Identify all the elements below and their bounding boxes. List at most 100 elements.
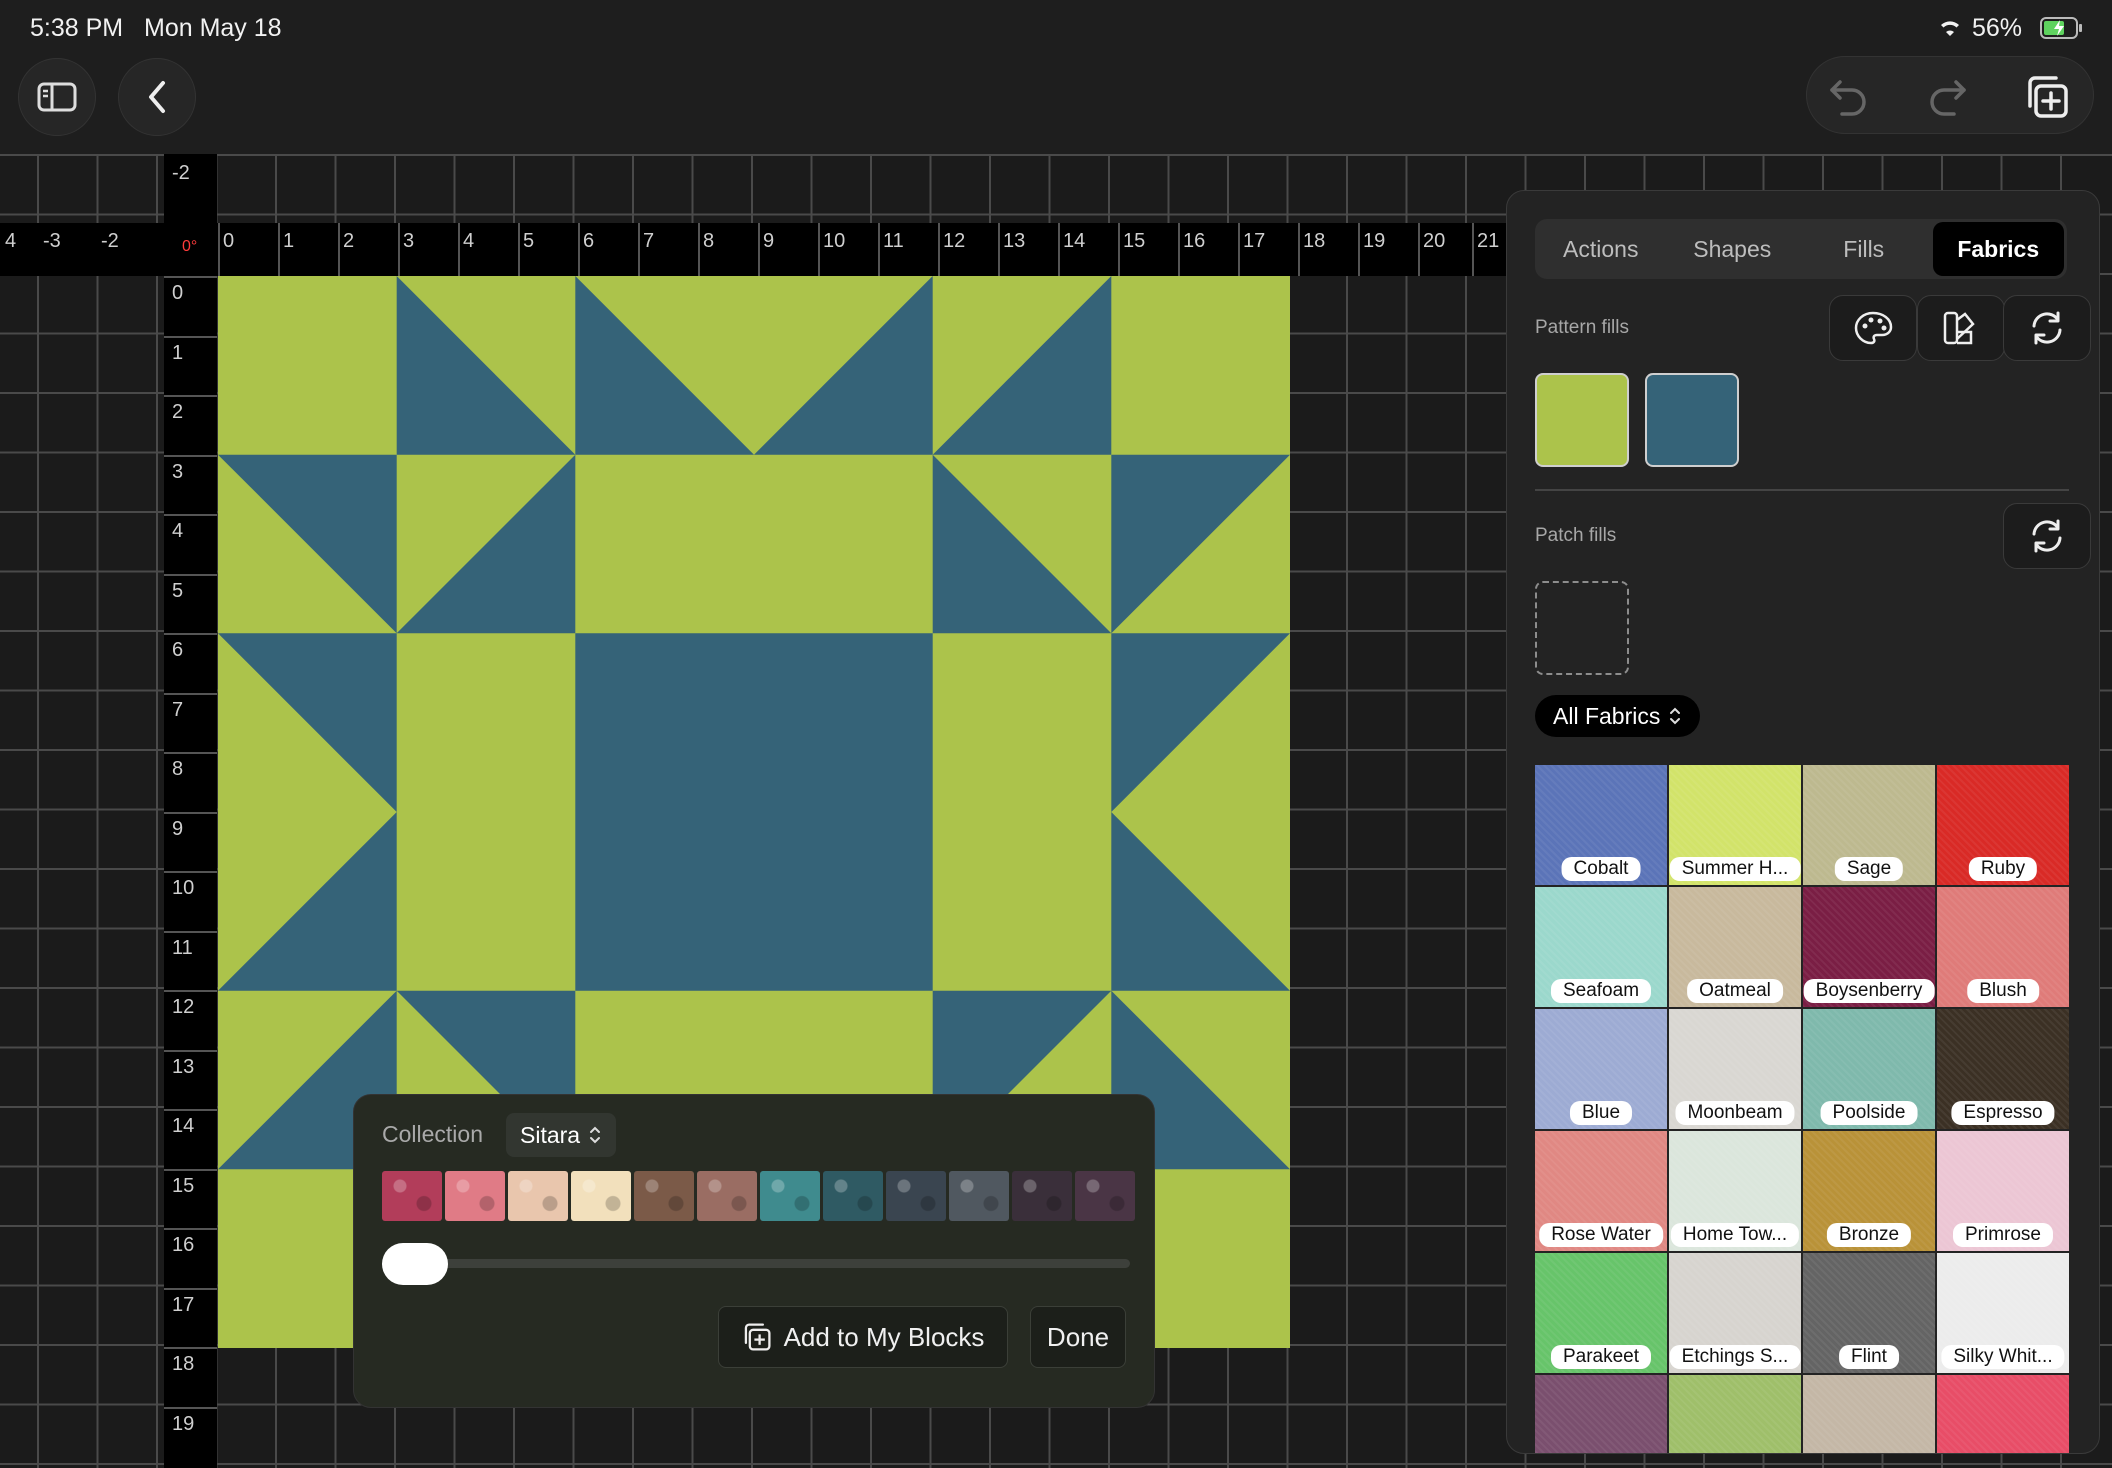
ruler-h-tick <box>278 223 280 276</box>
ruler-v-label: 11 <box>172 936 193 959</box>
fabric-tile[interactable]: Ruby <box>1937 765 2069 885</box>
ruler-h-tick <box>1238 223 1240 276</box>
fabric-tile[interactable]: Flint <box>1803 1253 1935 1373</box>
ruler-h-tick <box>578 223 580 276</box>
ruler-v-tick <box>164 811 217 814</box>
ruler-h-label: 1 <box>283 230 295 252</box>
fabric-name: Home Tow... <box>1670 1223 1800 1247</box>
fabric-tile[interactable]: Poolside <box>1803 1009 1935 1129</box>
fabric-tile[interactable]: Home Tow... <box>1669 1131 1801 1251</box>
add-copy-button[interactable] <box>2024 74 2070 125</box>
ruler-h-tick <box>1058 223 1060 276</box>
wifi-icon <box>1938 16 1962 43</box>
ruler-h-label: 10 <box>823 230 846 252</box>
fabric-name: Espresso <box>1951 1101 2055 1125</box>
ruler-h-label: 4 <box>5 230 17 252</box>
fabric-tile[interactable]: Blue <box>1535 1009 1667 1129</box>
ruler-v-label: 18 <box>172 1353 195 1375</box>
chevron-left-icon <box>149 81 165 113</box>
fabric-tile[interactable]: Bronze <box>1803 1131 1935 1251</box>
fabric-tile[interactable] <box>1937 1375 2069 1453</box>
ruler-h-tick <box>1118 223 1120 276</box>
ruler-h-label: 7 <box>643 230 655 252</box>
ruler-h-tick <box>878 223 880 276</box>
pattern-fill-blue[interactable] <box>1645 373 1739 467</box>
ruler-h-tick <box>818 223 820 276</box>
fabric-tile[interactable]: Summer H... <box>1669 765 1801 885</box>
fabric-name: Poolside <box>1820 1101 1918 1125</box>
collection-swatch[interactable] <box>760 1171 820 1221</box>
all-fabrics-dropdown[interactable]: All Fabrics <box>1535 695 1701 737</box>
back-button[interactable] <box>118 58 196 136</box>
fabric-name: Sage <box>1834 857 1904 881</box>
fabric-tile[interactable]: Boysenberry <box>1803 887 1935 1007</box>
fabric-tile[interactable] <box>1669 1375 1801 1453</box>
add-to-my-blocks-button[interactable]: Add to My Blocks <box>718 1306 1008 1368</box>
patch-fill-empty-slot[interactable] <box>1535 581 1629 675</box>
fabric-tile[interactable] <box>1803 1375 1935 1453</box>
collection-swatch[interactable] <box>1075 1171 1135 1221</box>
collection-swatch[interactable] <box>949 1171 1009 1221</box>
sidebar-toggle-button[interactable] <box>18 58 96 136</box>
all-fabrics-label: All Fabrics <box>1553 702 1661 729</box>
collection-swatch[interactable] <box>1012 1171 1072 1221</box>
slider-track[interactable] <box>382 1259 1130 1268</box>
fabric-tile[interactable]: Oatmeal <box>1669 887 1801 1007</box>
fabric-tile[interactable]: Moonbeam <box>1669 1009 1801 1129</box>
ruler-h-label: 17 <box>1243 230 1266 252</box>
collection-swatch[interactable] <box>445 1171 505 1221</box>
fabric-tile[interactable]: Primrose <box>1937 1131 2069 1251</box>
collection-swatch[interactable] <box>508 1171 568 1221</box>
fabric-tile[interactable]: Etchings S... <box>1669 1253 1801 1373</box>
fabric-name: Blue <box>1569 1101 1633 1125</box>
collection-name: Sitara <box>520 1121 581 1148</box>
collection-swatch[interactable] <box>571 1171 631 1221</box>
fabric-tile[interactable]: Cobalt <box>1535 765 1667 885</box>
undo-button[interactable] <box>1828 76 1870 121</box>
ruler-v-label: 12 <box>172 996 195 1018</box>
add-to-my-blocks-label: Add to My Blocks <box>783 1321 985 1352</box>
fabric-tile[interactable]: Sage <box>1803 765 1935 885</box>
fabric-tile[interactable] <box>1535 1375 1667 1453</box>
status-time: 5:38 PM <box>30 14 124 42</box>
add-copy-icon <box>2028 76 2068 118</box>
done-button[interactable]: Done <box>1030 1306 1126 1368</box>
swatch-book-button[interactable] <box>1917 295 2005 361</box>
ruler-h-tick <box>398 223 400 276</box>
ruler-h-label: 11 <box>883 230 904 252</box>
refresh-icon <box>2032 311 2062 345</box>
fabric-tile[interactable]: Rose Water <box>1535 1131 1667 1251</box>
collection-swatch[interactable] <box>823 1171 883 1221</box>
fabric-name: Seafoam <box>1550 979 1652 1003</box>
fabric-tile[interactable]: Espresso <box>1937 1009 2069 1129</box>
center-patch[interactable] <box>575 633 933 991</box>
ruler-v-tick <box>164 692 217 695</box>
collection-swatch[interactable] <box>382 1171 442 1221</box>
ruler-h-label: 5 <box>523 230 535 252</box>
slider-thumb[interactable] <box>382 1243 448 1285</box>
fabric-tile[interactable]: Parakeet <box>1535 1253 1667 1373</box>
fabric-grid: Cobalt Summer H... Sage Ruby Seafoam Oatmeal B… <box>1535 765 2071 1453</box>
pattern-fill-green[interactable] <box>1535 373 1629 467</box>
tab-fills[interactable]: Fills <box>1798 219 1930 279</box>
fabric-tile[interactable]: Seafoam <box>1535 887 1667 1007</box>
refresh-patch-button[interactable] <box>2003 503 2091 569</box>
tab-fabrics[interactable]: Fabrics <box>1932 222 2064 276</box>
pattern-fills-label: Pattern fills <box>1535 317 1629 338</box>
palette-button[interactable] <box>1829 295 1917 361</box>
fabric-name: Boysenberry <box>1803 979 1935 1003</box>
done-label: Done <box>1046 1321 1110 1352</box>
fabric-tile[interactable]: Silky Whit... <box>1937 1253 2069 1373</box>
fabric-tile[interactable]: Blush <box>1937 887 2069 1007</box>
collection-swatch[interactable] <box>634 1171 694 1221</box>
collection-swatch[interactable] <box>886 1171 946 1221</box>
patch-fills-label: Patch fills <box>1535 525 1617 546</box>
tab-shapes[interactable]: Shapes <box>1667 219 1799 279</box>
collection-swatch[interactable] <box>697 1171 757 1221</box>
collection-dropdown[interactable]: Sitara <box>506 1113 617 1157</box>
ruler-v-tick <box>164 335 217 338</box>
redo-button[interactable] <box>1926 76 1968 121</box>
refresh-pattern-button[interactable] <box>2003 295 2091 361</box>
tab-actions[interactable]: Actions <box>1535 219 1667 279</box>
redo-icon <box>1930 80 1966 116</box>
